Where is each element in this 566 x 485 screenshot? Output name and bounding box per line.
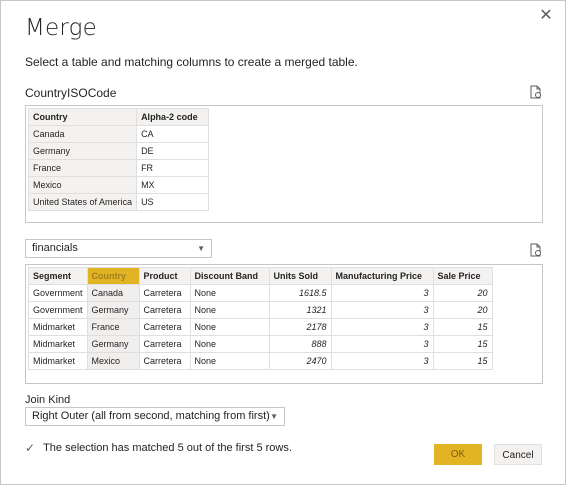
merge-dialog: ✕ Merge Select a table and matching colu… (0, 0, 566, 485)
table-row: Germany DE (27, 142, 210, 160)
join-kind-select[interactable]: Right Outer (all from second, matching f… (25, 407, 285, 426)
table-cell: Carretera (138, 318, 191, 336)
table-cell: 3 (330, 318, 434, 336)
table-cell: Carretera (138, 352, 191, 370)
table-cell: France (27, 159, 138, 177)
table-row: United States of America US (27, 193, 210, 211)
table-row: Mexico MX (27, 176, 210, 194)
table-row: Midmarket France Carretera None 2178 3 15 (28, 318, 493, 336)
table2-column-header[interactable]: Discount Band (189, 267, 270, 285)
table-cell: 1321 (268, 301, 332, 319)
table-cell: CA (136, 125, 210, 143)
chevron-down-icon: ▼ (270, 412, 278, 421)
table-cell: None (189, 335, 270, 353)
table-cell: 3 (330, 335, 434, 353)
table-row: Canada CA (27, 125, 210, 143)
table-cell: US (136, 193, 210, 211)
table-cell: MX (136, 176, 210, 194)
dialog-title: Merge (25, 15, 97, 41)
close-icon[interactable]: ✕ (537, 7, 555, 25)
table-cell: FR (136, 159, 210, 177)
refresh-preview-icon[interactable] (529, 243, 543, 257)
match-status-text: The selection has matched 5 out of the f… (43, 442, 292, 454)
table-row: Midmarket Mexico Carretera None 2470 3 15 (28, 352, 493, 370)
table-cell: None (189, 352, 270, 370)
table-row: France FR (27, 159, 210, 177)
table2-preview: Segment Country Product Discount Band Units … (25, 264, 543, 384)
dialog-subtitle: Select a table and matching columns to c… (25, 55, 358, 69)
table1-name: CountryISOCode (25, 86, 117, 100)
table-cell: 2178 (268, 318, 332, 336)
table-cell: United States of America (27, 193, 138, 211)
table2-select[interactable]: financials ▼ (25, 239, 212, 258)
table-cell: 20 (432, 301, 493, 319)
table-cell: 15 (432, 318, 493, 336)
checkmark-icon: ✓ (25, 441, 36, 455)
table-cell: DE (136, 142, 210, 160)
table-cell: Carretera (138, 284, 191, 302)
table-cell: 1618.5 (268, 284, 332, 302)
table1-column-header[interactable]: Country (27, 108, 138, 126)
table-cell: Canada (27, 125, 138, 143)
table2-column-header[interactable]: Product (138, 267, 191, 285)
table2-column-header[interactable]: Sale Price (432, 267, 493, 285)
table2-column-header[interactable]: Units Sold (268, 267, 332, 285)
table-cell: None (189, 301, 270, 319)
table-cell: Canada (86, 284, 140, 302)
table-cell: Government (28, 301, 88, 319)
table-cell: 888 (268, 335, 332, 353)
table-cell: Germany (27, 142, 138, 160)
table-cell: None (189, 318, 270, 336)
table2-column-header[interactable]: Segment (28, 267, 88, 285)
table2-column-header[interactable]: Manufacturing Price (330, 267, 434, 285)
cancel-button[interactable]: Cancel (494, 444, 542, 465)
table-cell: Mexico (27, 176, 138, 194)
match-status: ✓ The selection has matched 5 out of the… (25, 441, 292, 455)
table-cell: Midmarket (28, 352, 88, 370)
table-cell: 3 (330, 352, 434, 370)
table-cell: 2470 (268, 352, 332, 370)
table-row: Midmarket Germany Carretera None 888 3 15 (28, 335, 493, 353)
table-cell: France (86, 318, 140, 336)
join-kind-label: Join Kind (25, 394, 71, 406)
table-cell: Mexico (86, 352, 140, 370)
table1-column-header[interactable]: Alpha-2 code (136, 108, 210, 126)
table-cell: 15 (432, 352, 493, 370)
table-cell: Government (28, 284, 88, 302)
chevron-down-icon: ▼ (197, 244, 205, 253)
table-cell: 3 (330, 301, 434, 319)
table-cell: Midmarket (28, 318, 88, 336)
table2-column-header[interactable]: Country (86, 267, 140, 285)
table-cell: 15 (432, 335, 493, 353)
table-row: Government Germany Carretera None 1321 3 20 (28, 301, 493, 319)
table-cell: Carretera (138, 335, 191, 353)
table-cell: Germany (86, 301, 140, 319)
table1-preview: Country Alpha-2 code Canada CA Germany DE Fra… (25, 105, 543, 223)
table-cell: 3 (330, 284, 434, 302)
table-cell: Germany (86, 335, 140, 353)
table-cell: Midmarket (28, 335, 88, 353)
table-row: Government Canada Carretera None 1618.5 3 20 (28, 284, 493, 302)
table2-select-value: financials (32, 242, 78, 254)
refresh-preview-icon[interactable] (529, 85, 543, 99)
table-cell: 20 (432, 284, 493, 302)
table-cell: None (189, 284, 270, 302)
ok-button[interactable]: OK (434, 444, 482, 465)
table-cell: Carretera (138, 301, 191, 319)
join-kind-value: Right Outer (all from second, matching f… (32, 410, 270, 422)
